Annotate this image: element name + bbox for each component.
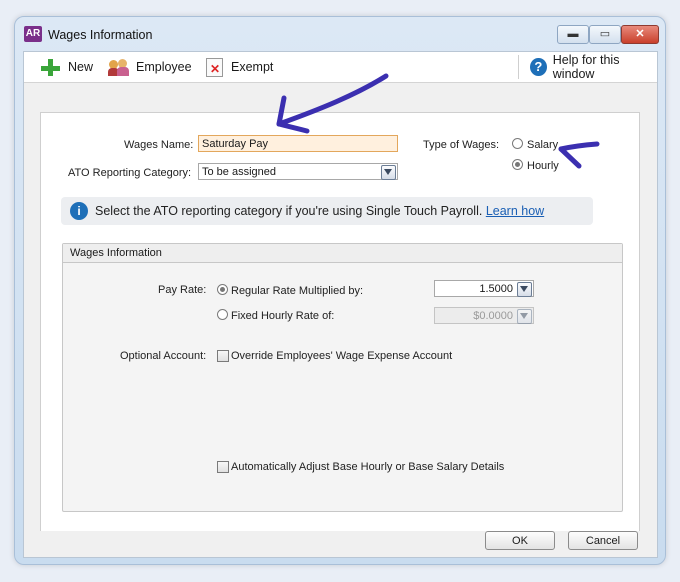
- ato-category-value: To be assigned: [202, 166, 276, 178]
- override-label: Override Employees' Wage Expense Account: [231, 350, 453, 362]
- auto-adjust-checkbox[interactable]: [217, 461, 229, 473]
- chevron-down-icon[interactable]: [517, 309, 532, 324]
- salary-label: Salary: [527, 139, 559, 151]
- button-bar: OK Cancel: [24, 531, 657, 557]
- info-message: Select the ATO reporting category if you…: [95, 204, 483, 218]
- fixed-rate-input[interactable]: $0.0000: [434, 307, 534, 324]
- type-of-wages-label: Type of Wages:: [423, 139, 500, 151]
- plus-icon: [40, 58, 60, 76]
- salary-radio[interactable]: [512, 138, 523, 149]
- employee-button[interactable]: Employee: [108, 57, 192, 77]
- chevron-down-icon[interactable]: [381, 165, 396, 180]
- people-icon: [108, 58, 129, 76]
- exempt-button[interactable]: ✕ Exempt: [206, 57, 273, 77]
- toolbar-separator: [518, 55, 519, 79]
- ato-category-select[interactable]: To be assigned: [198, 163, 398, 180]
- override-checkbox[interactable]: [217, 350, 229, 362]
- app-logo-icon: AR: [24, 26, 42, 42]
- hourly-label: Hourly: [527, 160, 559, 172]
- info-icon: i: [70, 202, 88, 220]
- help-label: Help for this window: [552, 53, 620, 81]
- main-panel: Wages Name: Saturday Pay ATO Reporting C…: [40, 112, 640, 532]
- help-button[interactable]: ? Help for this window: [530, 53, 657, 81]
- info-banner: i Select the ATO reporting category if y…: [61, 197, 593, 225]
- toolbar: New Employee ✕ Exempt ? Help for this wi…: [24, 52, 657, 83]
- window-client: New Employee ✕ Exempt ? Help for this wi…: [23, 51, 658, 558]
- regular-rate-input[interactable]: 1.5000: [434, 280, 534, 297]
- window-title: Wages Information: [48, 28, 153, 42]
- wages-name-input[interactable]: Saturday Pay: [198, 135, 398, 152]
- exempt-icon: ✕: [206, 57, 223, 77]
- hourly-radio[interactable]: [512, 159, 523, 170]
- fixed-rate-value: $0.0000: [473, 310, 513, 322]
- regular-rate-label: Regular Rate Multiplied by:: [231, 285, 364, 297]
- fixed-rate-radio[interactable]: [217, 309, 228, 320]
- learn-how-link[interactable]: Learn how: [486, 204, 544, 218]
- employee-label: Employee: [136, 60, 192, 74]
- optional-account-label: Optional Account:: [120, 350, 207, 362]
- group-title: Wages Information: [63, 244, 622, 263]
- help-icon: ?: [530, 58, 547, 76]
- new-button[interactable]: New: [40, 57, 93, 77]
- cancel-button[interactable]: Cancel: [568, 531, 638, 550]
- pay-rate-label: Pay Rate:: [158, 284, 207, 296]
- title-bar: AR Wages Information ▬ ▭ ✕: [15, 17, 665, 51]
- chevron-down-icon[interactable]: [517, 282, 532, 297]
- exempt-label: Exempt: [231, 60, 274, 74]
- fixed-rate-label: Fixed Hourly Rate of:: [231, 310, 335, 322]
- regular-rate-radio[interactable]: [217, 284, 228, 295]
- wages-information-group: Wages Information Pay Rate: Regular Rate…: [62, 243, 623, 512]
- ato-category-label: ATO Reporting Category:: [68, 167, 192, 179]
- close-button[interactable]: ✕: [621, 25, 659, 44]
- maximize-button[interactable]: ▭: [589, 25, 621, 44]
- minimize-button[interactable]: ▬: [557, 25, 589, 44]
- wages-name-label: Wages Name:: [124, 139, 194, 151]
- regular-rate-value: 1.5000: [479, 283, 513, 295]
- new-label: New: [68, 60, 94, 74]
- ok-button[interactable]: OK: [485, 531, 555, 550]
- info-text: Select the ATO reporting category if you…: [95, 204, 544, 218]
- window-frame: AR Wages Information ▬ ▭ ✕ New Employee …: [14, 16, 666, 565]
- auto-adjust-label: Automatically Adjust Base Hourly or Base…: [231, 461, 505, 473]
